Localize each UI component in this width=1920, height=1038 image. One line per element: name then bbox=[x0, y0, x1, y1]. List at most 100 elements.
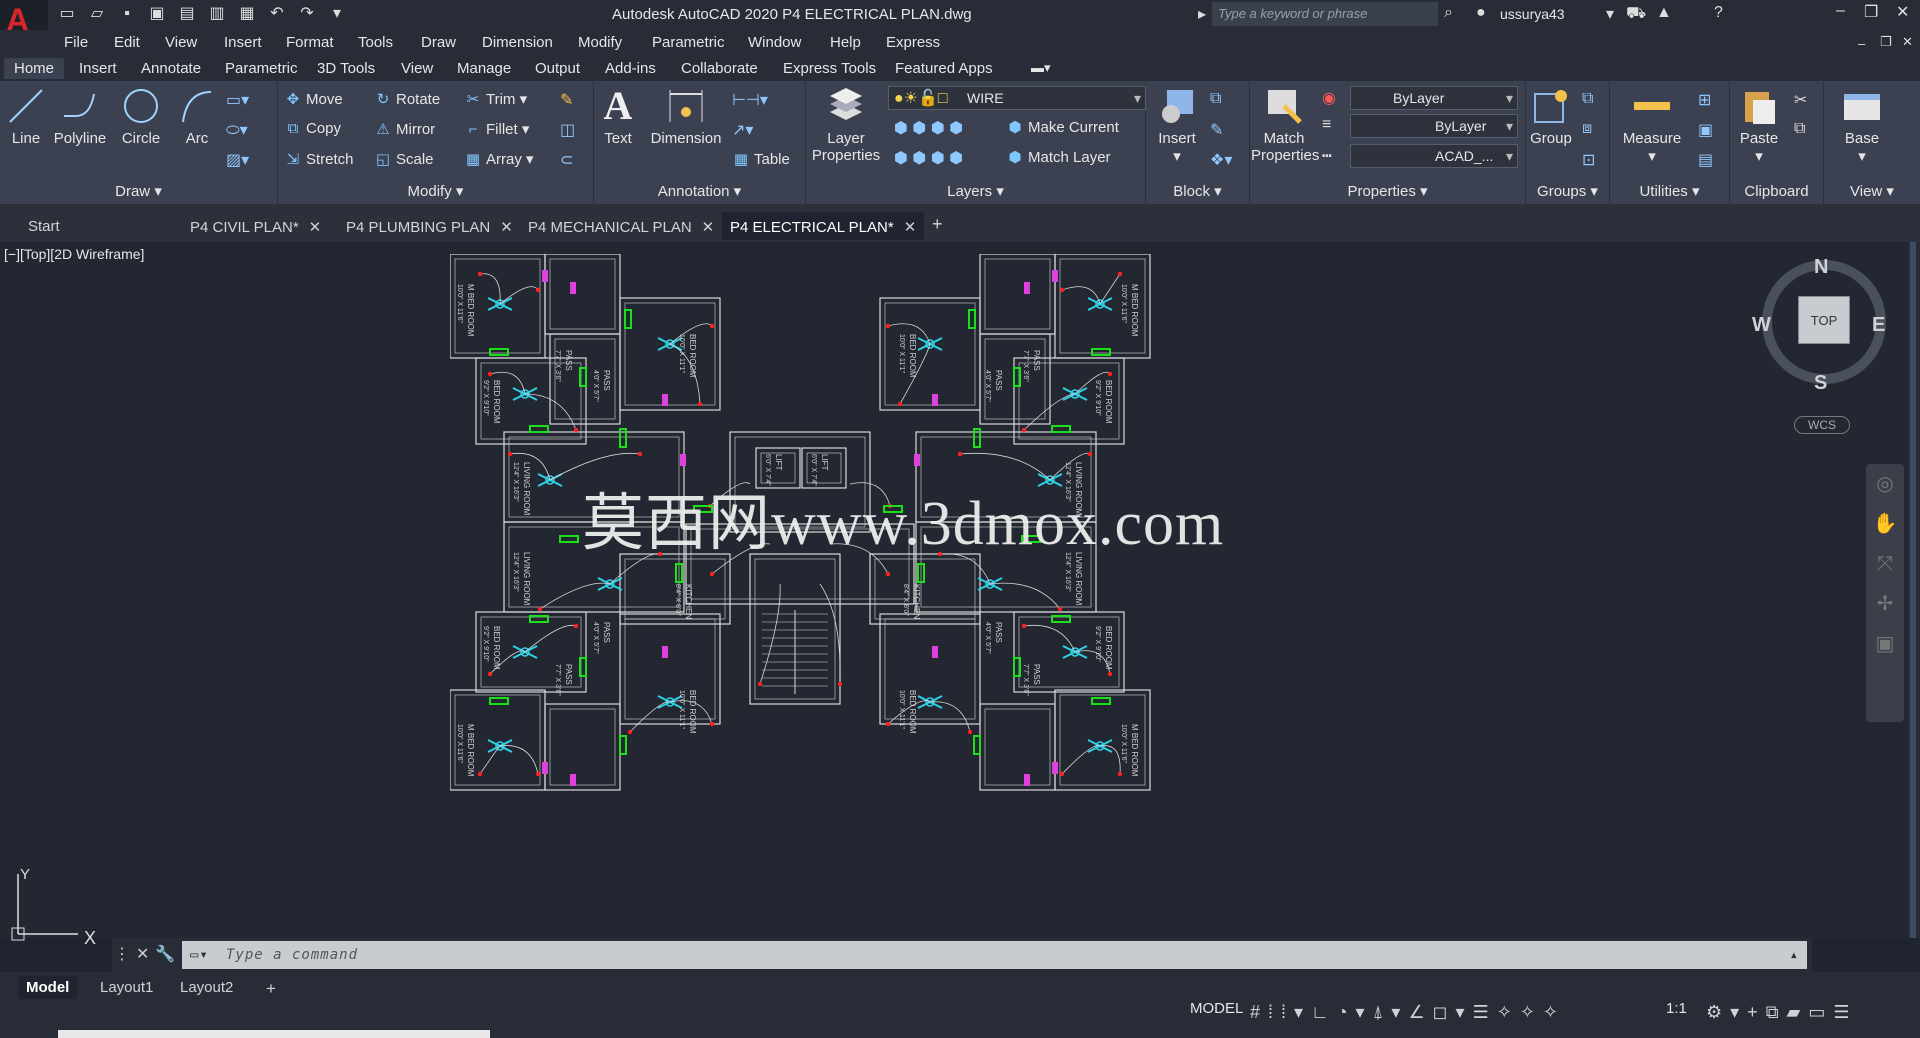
lineweight-toggle-icon[interactable]: ☰ bbox=[1473, 1002, 1497, 1022]
close-command-icon[interactable]: ✕ bbox=[136, 946, 155, 963]
help-icon[interactable]: ? bbox=[1714, 4, 1723, 22]
rotate-button[interactable]: ↻ Rotate bbox=[374, 90, 441, 108]
orbit-icon[interactable]: ✢ bbox=[1866, 584, 1904, 624]
ellipse-icon[interactable]: ⬭▾ bbox=[226, 120, 248, 140]
tab-express-tools[interactable]: Express Tools bbox=[776, 59, 883, 78]
close-tab-icon[interactable]: ✕ bbox=[904, 219, 917, 236]
layout-tab-layout2[interactable]: Layout2 bbox=[172, 976, 241, 999]
doc-tab-electrical[interactable]: P4 ELECTRICAL PLAN* ✕ bbox=[722, 212, 925, 240]
steering-wheel-icon[interactable]: ◎ bbox=[1866, 464, 1904, 504]
tab-insert[interactable]: Insert bbox=[72, 59, 124, 78]
compass-north[interactable]: N bbox=[1814, 256, 1828, 279]
rectangle-icon[interactable]: ▭▾ bbox=[226, 90, 249, 110]
grip-icon[interactable]: ⋮ bbox=[114, 946, 136, 963]
explode-icon[interactable]: ◫ bbox=[560, 120, 575, 140]
chevron-right-icon[interactable]: ▸ bbox=[1198, 4, 1206, 24]
tab-collaborate[interactable]: Collaborate bbox=[674, 59, 765, 78]
properties-panel-title[interactable]: Properties ▾ bbox=[1250, 182, 1525, 200]
annotation-panel-title[interactable]: Annotation ▾ bbox=[594, 182, 805, 200]
close-tab-icon[interactable]: ✕ bbox=[500, 219, 513, 236]
tab-view[interactable]: View bbox=[394, 59, 440, 78]
doc-restore-icon[interactable]: ❐ bbox=[1880, 34, 1892, 50]
measure-button[interactable]: Measure ▾ bbox=[1610, 86, 1694, 165]
block-attribute-icon[interactable]: ❖▾ bbox=[1210, 150, 1232, 170]
plus-icon[interactable]: + bbox=[1747, 1002, 1766, 1022]
vertical-scrollbar[interactable] bbox=[1908, 242, 1920, 938]
viewcube-top-face[interactable]: TOP bbox=[1798, 296, 1850, 344]
cut-icon[interactable]: ✂ bbox=[1794, 90, 1807, 110]
layer-tools-row1-icon[interactable]: ⬢ ⬢ ⬢ ⬢ bbox=[894, 118, 963, 138]
close-tab-icon[interactable]: ✕ bbox=[702, 219, 715, 236]
restore-icon[interactable]: ❐ bbox=[1864, 2, 1878, 22]
arc-button[interactable]: Arc bbox=[174, 86, 220, 147]
copy-clip-icon[interactable]: ⧉ bbox=[1794, 120, 1805, 138]
doc-tab-plumbing[interactable]: P4 PLUMBING PLAN ✕ bbox=[338, 212, 521, 240]
move-button[interactable]: ✥ Move bbox=[284, 90, 343, 108]
menu-draw[interactable]: Draw bbox=[421, 34, 456, 51]
doc-tab-mechanical[interactable]: P4 MECHANICAL PLAN ✕ bbox=[520, 212, 722, 240]
text-button[interactable]: A Text bbox=[598, 86, 638, 148]
auto-scale-icon[interactable]: ✧ bbox=[1520, 1002, 1543, 1022]
ortho-icon[interactable]: ∟ bbox=[1311, 1002, 1337, 1022]
undo-icon[interactable]: ↶ bbox=[266, 4, 288, 24]
table-button[interactable]: ▦ Table bbox=[732, 150, 790, 168]
binoculars-icon[interactable]: ⌕ bbox=[1444, 4, 1453, 22]
tab-manage[interactable]: Manage bbox=[450, 59, 518, 78]
close-tab-icon[interactable]: ✕ bbox=[309, 219, 322, 236]
tab-add-ins[interactable]: Add-ins bbox=[598, 59, 663, 78]
create-block-icon[interactable]: ⧉ bbox=[1210, 90, 1221, 108]
add-layout-icon[interactable]: + bbox=[258, 976, 284, 1002]
help-search-input[interactable]: Type a keyword or phrase bbox=[1212, 2, 1438, 26]
linetype-dropdown[interactable]: ACAD_... bbox=[1350, 144, 1518, 168]
doc-tab-start[interactable]: Start bbox=[20, 212, 178, 240]
menu-help[interactable]: Help bbox=[830, 34, 861, 51]
edit-block-icon[interactable]: ✎ bbox=[1210, 120, 1223, 140]
clipboard-panel-title[interactable]: Clipboard bbox=[1730, 183, 1823, 200]
cart-icon[interactable]: ⛟ bbox=[1626, 4, 1646, 24]
layers-panel-title[interactable]: Layers ▾ bbox=[806, 182, 1145, 200]
menu-modify[interactable]: Modify bbox=[578, 34, 622, 51]
tab-output[interactable]: Output bbox=[528, 59, 587, 78]
select-all-icon[interactable]: ▣ bbox=[1698, 120, 1713, 140]
viewport-controls[interactable]: [−][Top][2D Wireframe] bbox=[4, 246, 144, 262]
minimize-icon[interactable]: – bbox=[1836, 2, 1845, 20]
annotation-visibility-icon[interactable]: ✧ bbox=[1497, 1002, 1520, 1022]
compass-west[interactable]: W bbox=[1752, 314, 1771, 337]
web-mobile-icon[interactable]: ▤ bbox=[176, 4, 198, 24]
user-dropdown-icon[interactable]: ▾ bbox=[1606, 4, 1614, 24]
doc-tab-civil[interactable]: P4 CIVIL PLAN* ✕ bbox=[182, 212, 329, 240]
trim-button[interactable]: ✂ Trim ▾ bbox=[464, 90, 527, 108]
annotation-scale-icon[interactable]: ✧ bbox=[1543, 1002, 1566, 1022]
plot-icon[interactable]: ▥ bbox=[206, 4, 228, 24]
print-icon[interactable]: ▦ bbox=[236, 4, 258, 24]
match-properties-button[interactable]: Match Properties bbox=[1250, 86, 1319, 164]
isolate-icon[interactable]: ⧉ bbox=[1766, 1002, 1787, 1022]
grid-icon[interactable]: # bbox=[1250, 1002, 1268, 1022]
menu-edit[interactable]: Edit bbox=[114, 34, 140, 51]
customize-wrench-icon[interactable]: 🔧 bbox=[155, 946, 181, 963]
copy-button[interactable]: ⧉ Copy bbox=[284, 120, 341, 137]
view-panel-title[interactable]: View ▾ bbox=[1824, 182, 1920, 200]
snap-icon[interactable]: ⁞⁞▾ bbox=[1268, 1002, 1311, 1022]
polyline-button[interactable]: Polyline bbox=[52, 86, 108, 147]
linear-dimension-icon[interactable]: ⊢⊣▾ bbox=[732, 90, 768, 110]
zoom-extents-icon[interactable]: ⤧ bbox=[1866, 544, 1904, 584]
menu-parametric[interactable]: Parametric bbox=[652, 34, 725, 51]
stretch-button[interactable]: ⇲ Stretch bbox=[284, 150, 354, 168]
gear-icon[interactable]: ⚙▾ bbox=[1706, 1002, 1747, 1022]
paste-button[interactable]: Paste ▾ bbox=[1734, 86, 1784, 165]
lineweight-dropdown[interactable]: ByLayer bbox=[1350, 114, 1518, 138]
calculator-icon[interactable]: ▤ bbox=[1698, 150, 1713, 170]
layer-properties-button[interactable]: Layer Properties bbox=[808, 86, 884, 164]
leader-icon[interactable]: ↗▾ bbox=[732, 120, 753, 140]
doc-minimize-icon[interactable]: – bbox=[1858, 36, 1865, 51]
save-as-icon[interactable]: ▣ bbox=[146, 4, 168, 24]
menu-window[interactable]: Window bbox=[748, 34, 801, 51]
menu-format[interactable]: Format bbox=[286, 34, 334, 51]
group-edit-icon[interactable]: ⧈ bbox=[1582, 120, 1592, 138]
hardware-acceleration-icon[interactable]: ▰ bbox=[1787, 1002, 1809, 1022]
line-button[interactable]: Line bbox=[4, 86, 48, 147]
object-snap-icon[interactable]: ◻▾ bbox=[1433, 1002, 1473, 1022]
fillet-button[interactable]: ⌐ Fillet ▾ bbox=[464, 120, 530, 138]
qat-dropdown-icon[interactable]: ▾ bbox=[326, 4, 348, 24]
